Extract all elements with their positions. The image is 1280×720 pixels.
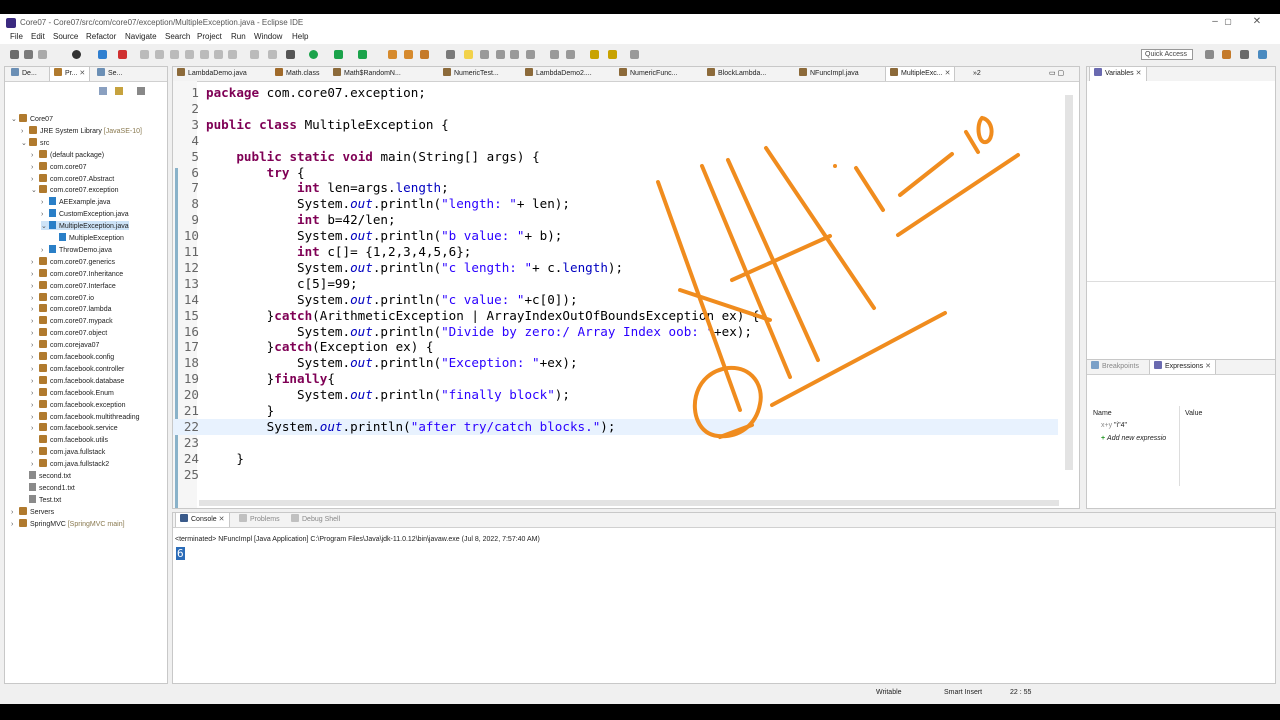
annotation-line xyxy=(770,311,947,407)
annotation-dash xyxy=(898,152,954,197)
annotation-underline xyxy=(896,153,1020,237)
annotation-ten-1 xyxy=(964,130,980,154)
annotation-dot xyxy=(833,164,837,168)
annotation-overlay xyxy=(656,116,1020,439)
annotation-one xyxy=(854,166,885,212)
annotation-ten-2 xyxy=(976,116,994,144)
